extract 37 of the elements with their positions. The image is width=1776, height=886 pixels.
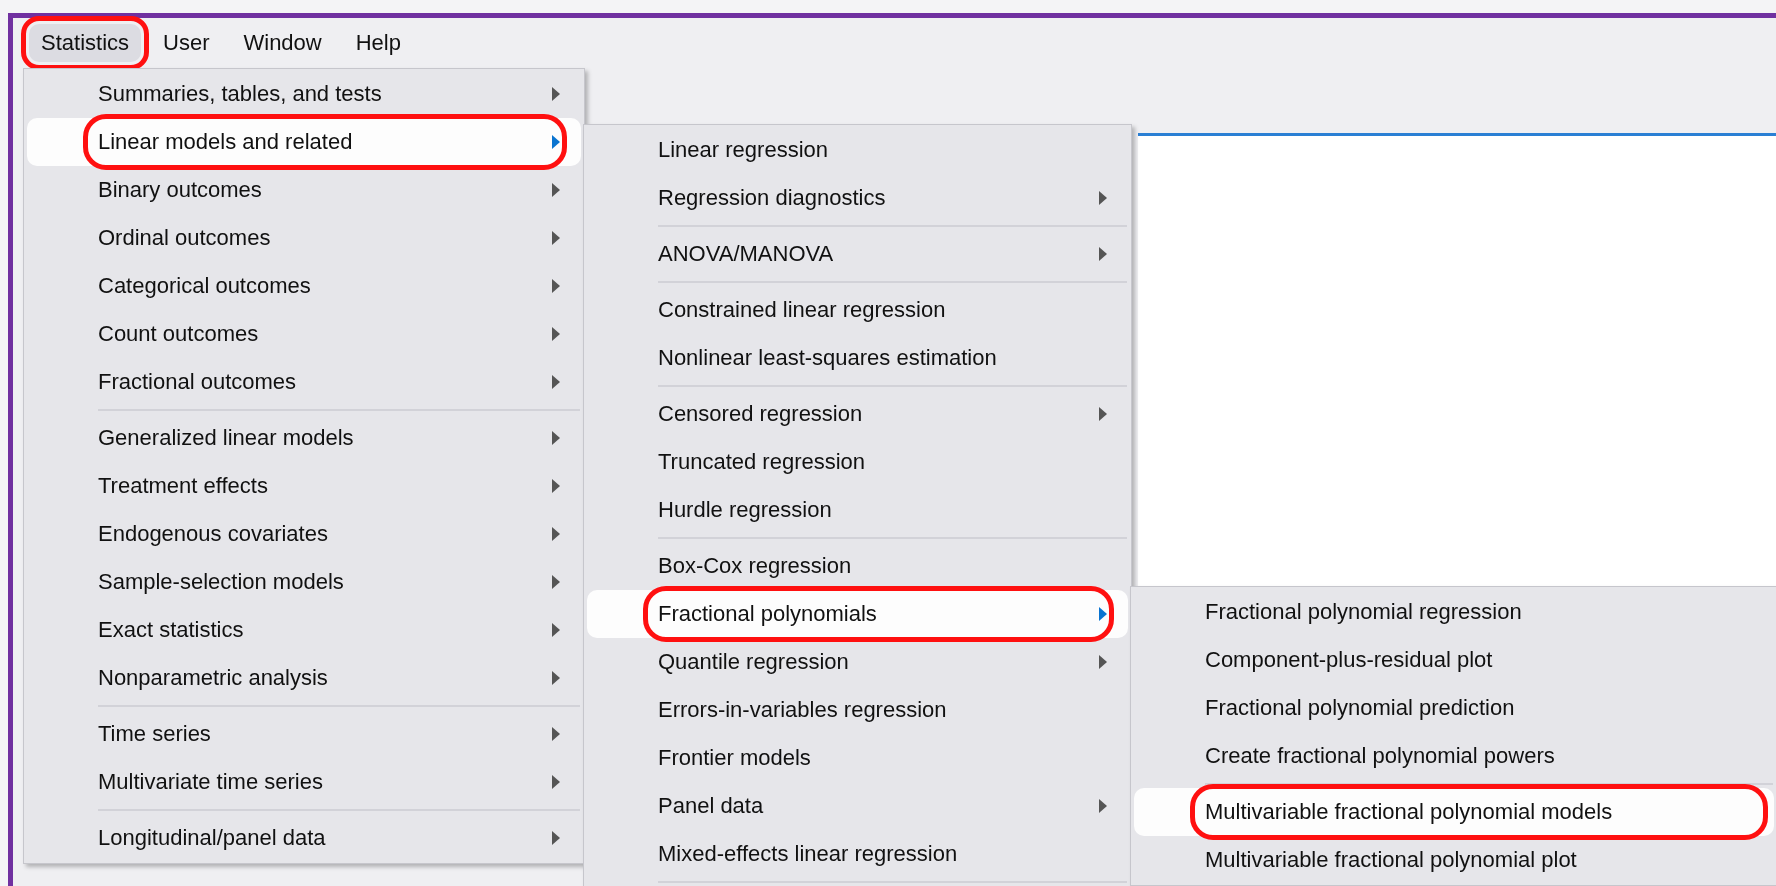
menu-item[interactable]: Ordinal outcomes: [24, 214, 584, 262]
menu-item[interactable]: Create fractional polynomial powers: [1131, 732, 1776, 780]
menu-item[interactable]: Component-plus-residual plot: [1131, 636, 1776, 684]
menu-bar-item[interactable]: Help: [343, 24, 413, 62]
menu-item[interactable]: ANOVA/MANOVA: [584, 230, 1131, 278]
menu-item[interactable]: Fractional polynomial regression: [1131, 588, 1776, 636]
menu-item[interactable]: Binary outcomes: [24, 166, 584, 214]
menu-item[interactable]: Generalized linear models: [24, 414, 584, 462]
menu-item[interactable]: Constrained linear regression: [584, 286, 1131, 334]
menu-item[interactable]: Frontier models: [584, 734, 1131, 782]
menu-item[interactable]: Multivariate time series: [24, 758, 584, 806]
menu-item[interactable]: Multivariable fractional polynomial plot: [1131, 836, 1776, 884]
menu-item[interactable]: Fractional outcomes: [24, 358, 584, 406]
menu-item[interactable]: Count outcomes: [24, 310, 584, 358]
menu-item[interactable]: Nonlinear least-squares estimation: [584, 334, 1131, 382]
menu-item[interactable]: Treatment effects: [24, 462, 584, 510]
menu-item[interactable]: Nonparametric analysis: [24, 654, 584, 702]
menu-item[interactable]: Longitudinal/panel data: [24, 814, 584, 862]
menu-item[interactable]: Mixed-effects linear regression: [584, 830, 1131, 878]
menu-item[interactable]: Censored regression: [584, 390, 1131, 438]
menu-item[interactable]: Endogenous covariates: [24, 510, 584, 558]
menu-item[interactable]: Sample-selection models: [24, 558, 584, 606]
menu-item[interactable]: Quantile regression: [584, 638, 1131, 686]
menu-item[interactable]: Fractional polynomial prediction: [1131, 684, 1776, 732]
menu-item[interactable]: Panel data: [584, 782, 1131, 830]
menu-bar-item[interactable]: Window: [231, 24, 334, 62]
menu-item[interactable]: Exact statistics: [24, 606, 584, 654]
menu-item[interactable]: Truncated regression: [584, 438, 1131, 486]
menu-item[interactable]: Errors-in-variables regression: [584, 686, 1131, 734]
menu-item[interactable]: Categorical outcomes: [24, 262, 584, 310]
menu-item[interactable]: Time series: [24, 710, 584, 758]
menu-bar-item[interactable]: User: [151, 24, 222, 62]
menu-item[interactable]: Regression diagnostics: [584, 174, 1131, 222]
menu-item[interactable]: Box-Cox regression: [584, 542, 1131, 590]
menu-item[interactable]: Linear regression: [584, 126, 1131, 174]
menu-item[interactable]: Summaries, tables, and tests: [24, 70, 584, 118]
menu-item[interactable]: Hurdle regression: [584, 486, 1131, 534]
